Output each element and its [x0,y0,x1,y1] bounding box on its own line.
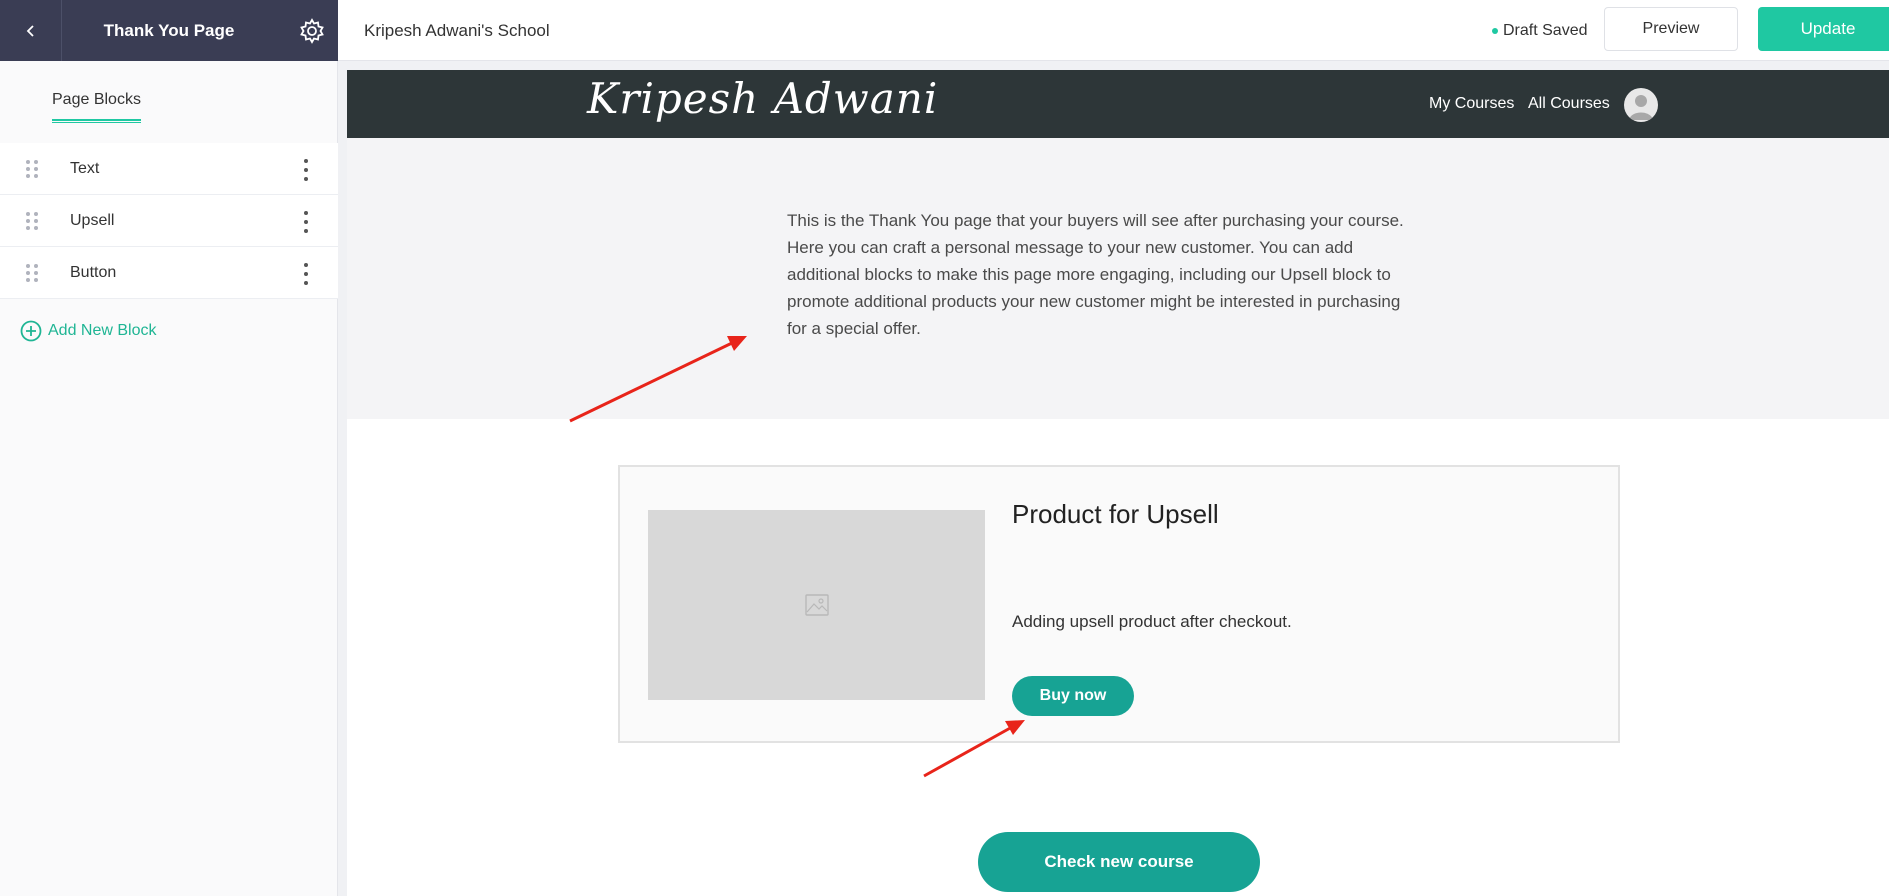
message-line: additional blocks to make this page more… [787,265,1391,284]
block-list: Text Upsell Button [0,143,338,299]
school-name: Kripesh Adwani's School [364,20,550,40]
draft-status-label: Draft Saved [1503,21,1588,39]
update-button[interactable]: Update [1758,7,1889,51]
nav-all-courses[interactable]: All Courses [1528,70,1610,138]
tab-page-blocks[interactable]: Page Blocks [52,91,141,123]
check-new-course-button[interactable]: Check new course [978,832,1260,892]
buy-now-button[interactable]: Buy now [1012,676,1134,716]
block-item-upsell[interactable]: Upsell [0,195,338,247]
avatar[interactable] [1624,88,1658,122]
product-description: Adding upsell product after checkout. [1012,612,1292,631]
active-tab-underline [52,119,141,123]
sidebar: Page Blocks Text Upsell Button Add New B… [0,61,338,896]
site-logo[interactable]: Kripesh Adwani [587,74,938,123]
thank-you-message: This is the Thank You page that your buy… [787,207,1447,342]
sidebar-header: Thank You Page [0,0,338,61]
gear-icon [300,18,324,44]
image-icon [804,594,829,616]
settings-button[interactable] [298,17,326,45]
nav-my-courses[interactable]: My Courses [1429,70,1514,138]
block-label: Text [70,159,100,177]
more-options-icon[interactable] [300,263,312,285]
add-new-block-button[interactable]: Add New Block [20,320,157,342]
more-options-icon[interactable] [300,211,312,233]
drag-handle-icon[interactable] [26,212,38,230]
more-options-icon[interactable] [300,159,312,181]
message-line: Here you can craft a personal message to… [787,238,1354,257]
product-title: Product for Upsell [1012,499,1219,529]
status-dot-icon [1492,27,1498,34]
back-button[interactable] [0,0,62,61]
preview-button[interactable]: Preview [1604,7,1738,51]
block-label: Button [70,263,117,281]
text-block[interactable]: This is the Thank You page that your buy… [347,138,1889,419]
message-line: for a special offer. [787,319,921,338]
chevron-left-icon [26,24,34,37]
tab-page-blocks-label: Page Blocks [52,91,141,108]
plus-circle-icon [20,320,42,342]
page-canvas: Kripesh Adwani My Courses All Courses Th… [347,70,1889,896]
user-icon [1629,95,1653,120]
drag-handle-icon[interactable] [26,264,38,282]
drag-handle-icon[interactable] [26,160,38,178]
site-navbar: Kripesh Adwani My Courses All Courses [347,70,1889,138]
product-image-placeholder [648,510,985,700]
message-line: promote additional products your new cus… [787,292,1401,311]
message-line: This is the Thank You page that your buy… [787,211,1404,230]
draft-status: Draft Saved [1492,0,1587,61]
block-item-text[interactable]: Text [0,143,338,195]
sidebar-title: Thank You Page [103,20,235,40]
upsell-block[interactable]: Product for Upsell Adding upsell product… [618,465,1620,743]
editor-topbar: Kripesh Adwani's School Draft Saved Prev… [338,0,1889,61]
block-label: Upsell [70,211,115,229]
add-new-block-label: Add New Block [48,322,157,339]
block-item-button[interactable]: Button [0,247,338,299]
